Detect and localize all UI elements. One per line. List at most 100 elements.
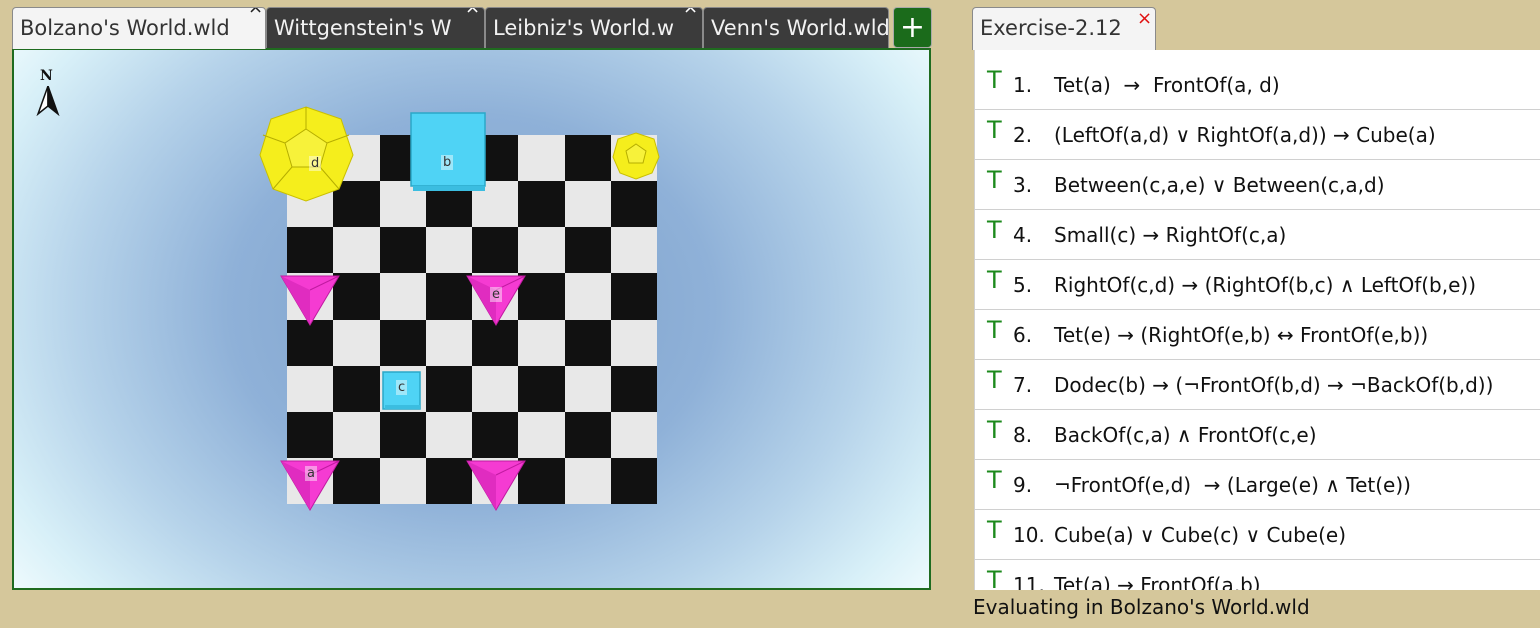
object-label: a	[305, 466, 317, 481]
board-square[interactable]	[472, 319, 519, 366]
object-b[interactable]: b	[410, 112, 487, 193]
board-square[interactable]	[472, 227, 519, 274]
board-square[interactable]	[333, 411, 380, 458]
close-icon[interactable]: ×	[465, 8, 480, 18]
board-square[interactable]	[425, 227, 472, 274]
tab-wittgensteins-world[interactable]: Wittgenstein's W ×	[266, 7, 485, 48]
board-square[interactable]	[564, 319, 611, 366]
truth-value: T	[987, 366, 1002, 394]
sentence-row[interactable]: T 3. Between(c,a,e) ∨ Between(c,a,d)	[975, 160, 1540, 210]
board-square[interactable]	[379, 411, 426, 458]
board-square[interactable]	[610, 227, 657, 274]
board-square[interactable]	[287, 411, 334, 458]
sentence-row[interactable]: T 6. Tet(e) → (RightOf(e,b) ↔ FrontOf(e,…	[975, 310, 1540, 360]
tab-bolzanos-world[interactable]: Bolzano's World.wld ×	[12, 7, 266, 49]
object-tet-unlabeled[interactable]	[280, 274, 340, 326]
board-square[interactable]	[518, 227, 565, 274]
sentence-number: 4.	[1013, 223, 1033, 247]
board-square[interactable]	[518, 319, 565, 366]
tab-venns-world[interactable]: Venn's World.wld	[703, 7, 889, 48]
board-square[interactable]	[287, 227, 334, 274]
world-view[interactable]: N d b e c a	[12, 48, 931, 590]
close-icon[interactable]: ×	[248, 8, 263, 18]
sentence-row[interactable]: T 2. (LeftOf(a,d) ∨ RightOf(a,d)) → Cube…	[975, 110, 1540, 160]
sentence-row[interactable]: T 1. Tet(a) → FrontOf(a, d)	[975, 60, 1540, 110]
board-square[interactable]	[379, 319, 426, 366]
board-square[interactable]	[333, 227, 380, 274]
object-small-dodec[interactable]	[612, 132, 660, 180]
board-square[interactable]	[425, 411, 472, 458]
truth-value: T	[987, 516, 1002, 544]
object-e[interactable]: e	[466, 274, 526, 326]
evaluation-status: Evaluating in Bolzano's World.wld	[973, 595, 1310, 619]
sentence-row[interactable]: T 9. ¬FrontOf(e,d) → (Large(e) ∧ Tet(e))	[975, 460, 1540, 510]
board-square[interactable]	[425, 319, 472, 366]
board-square[interactable]	[379, 227, 426, 274]
board-square[interactable]	[564, 411, 611, 458]
board-square[interactable]	[472, 411, 519, 458]
tetrahedron-shape	[280, 275, 340, 326]
board-square[interactable]	[379, 273, 426, 320]
board-square[interactable]	[518, 135, 565, 182]
board-square[interactable]	[610, 411, 657, 458]
tab-leibniz-world[interactable]: Leibniz's World.w ×	[485, 7, 703, 48]
tab-label: Exercise-2.12	[980, 16, 1122, 40]
dodecahedron-shape	[259, 106, 354, 202]
board-square[interactable]	[564, 227, 611, 274]
sentence-row[interactable]: T 7. Dodec(b) → (¬FrontOf(b,d) → ¬BackOf…	[975, 360, 1540, 410]
truth-value: T	[987, 216, 1002, 244]
compass: N	[34, 68, 66, 118]
board-square[interactable]	[564, 273, 611, 320]
board-square[interactable]	[610, 365, 657, 412]
sentence-row[interactable]: T 8. BackOf(c,a) ∧ FrontOf(c,e)	[975, 410, 1540, 460]
board-square[interactable]	[333, 319, 380, 366]
board-square[interactable]	[518, 365, 565, 412]
board-square[interactable]	[518, 181, 565, 228]
board-square[interactable]	[610, 457, 657, 504]
object-label: e	[490, 287, 502, 302]
truth-value: T	[987, 116, 1002, 144]
object-a[interactable]: a	[280, 459, 340, 511]
object-label: b	[441, 155, 454, 170]
board-square[interactable]	[564, 365, 611, 412]
board-square[interactable]	[610, 273, 657, 320]
add-world-button[interactable]: +	[893, 7, 932, 48]
compass-north-label: N	[40, 68, 53, 84]
board-square[interactable]	[518, 411, 565, 458]
tab-exercise[interactable]: Exercise-2.12 ×	[972, 7, 1156, 50]
board-square[interactable]	[425, 365, 472, 412]
dodecahedron-shape	[612, 132, 660, 180]
board-square[interactable]	[287, 319, 334, 366]
object-label: d	[309, 156, 322, 171]
sentence-row[interactable]: T 5. RightOf(c,d) → (RightOf(b,c) ∧ Left…	[975, 260, 1540, 310]
sentence-formula: Tet(a) → FrontOf(a,b)	[1054, 573, 1261, 590]
object-c[interactable]: c	[382, 371, 422, 411]
board-square[interactable]	[564, 135, 611, 182]
sentence-row[interactable]: T 4. Small(c) → RightOf(c,a)	[975, 210, 1540, 260]
sentence-formula: BackOf(c,a) ∧ FrontOf(c,e)	[1054, 423, 1317, 447]
board-square[interactable]	[564, 181, 611, 228]
board-square[interactable]	[333, 273, 380, 320]
sentence-formula: RightOf(c,d) → (RightOf(b,c) ∧ LeftOf(b,…	[1054, 273, 1477, 297]
close-icon[interactable]: ×	[683, 8, 698, 18]
board-square[interactable]	[564, 457, 611, 504]
sentence-list[interactable]: T 1. Tet(a) → FrontOf(a, d) T 2. (LeftOf…	[974, 50, 1540, 590]
sentence-row[interactable]: T 10. Cube(a) ∨ Cube(c) ∨ Cube(e)	[975, 510, 1540, 560]
tetrahedron-shape	[466, 460, 526, 511]
board-square[interactable]	[610, 181, 657, 228]
sentence-number: 11.	[1013, 573, 1045, 590]
board-square[interactable]	[472, 365, 519, 412]
sentence-formula: Tet(a) → FrontOf(a, d)	[1054, 73, 1280, 97]
board-square[interactable]	[379, 457, 426, 504]
truth-value: T	[987, 66, 1002, 94]
close-icon[interactable]: ×	[1137, 0, 1152, 39]
board-square[interactable]	[610, 319, 657, 366]
object-d[interactable]: d	[259, 105, 354, 202]
object-tet-unlabeled-2[interactable]	[466, 459, 526, 511]
sentence-row[interactable]: T 11. Tet(a) → FrontOf(a,b)	[975, 560, 1540, 590]
board-square[interactable]	[333, 365, 380, 412]
board-square[interactable]	[287, 365, 334, 412]
tab-label: Venn's World.wld	[711, 16, 889, 40]
board-square[interactable]	[333, 457, 380, 504]
truth-value: T	[987, 266, 1002, 294]
